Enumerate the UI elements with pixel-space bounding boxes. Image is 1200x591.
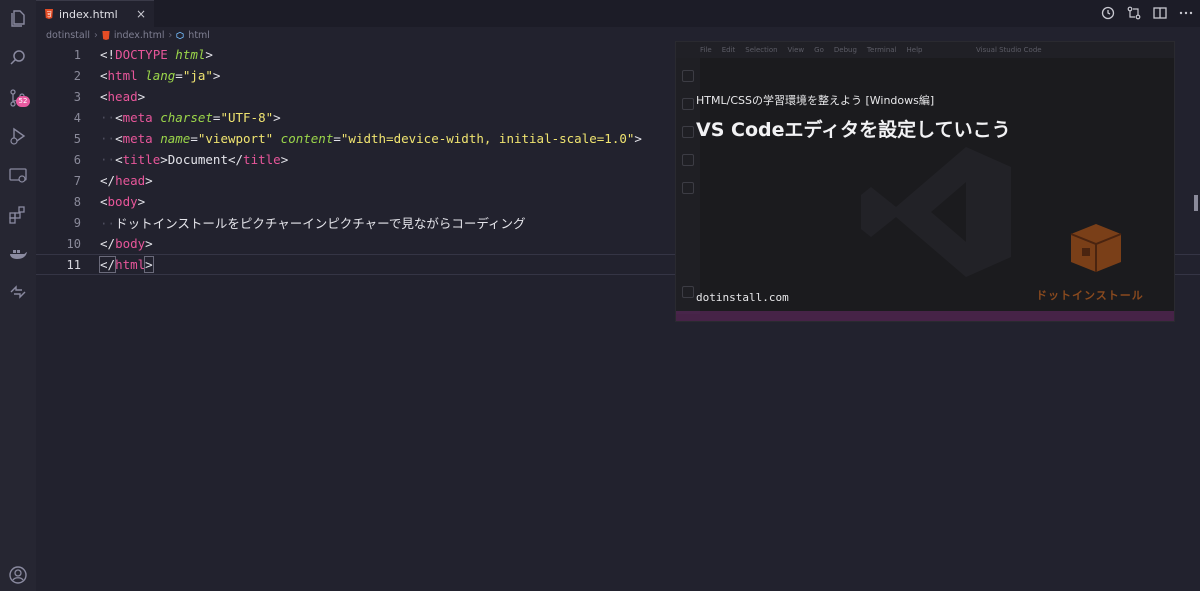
compare-changes-icon[interactable] [1126, 5, 1142, 21]
tab-bar: index.html × [36, 0, 1200, 27]
line-number: 2 [73, 68, 81, 83]
live-share-icon[interactable] [8, 282, 28, 302]
pip-titlebar: File Edit Selection View Go Debug Termin… [676, 42, 1174, 58]
vscode-logo-watermark-icon [861, 147, 1011, 277]
pip-menu-item: Edit [721, 46, 736, 54]
pip-search-icon [682, 98, 694, 110]
pip-menu-item: Terminal [866, 46, 897, 54]
extensions-icon[interactable] [8, 205, 28, 225]
pip-menu-item: Selection [745, 46, 778, 54]
activity-bar: 52 [0, 0, 36, 591]
breadcrumb-separator: › [168, 30, 173, 41]
pip-url: dotinstall.com [696, 291, 789, 304]
line-number: 9 [73, 215, 81, 230]
pip-window-title: Visual Studio Code [976, 46, 1042, 54]
account-icon[interactable] [8, 565, 28, 585]
pip-menu-item: Go [814, 46, 824, 54]
breadcrumb-separator: › [94, 30, 98, 41]
symbol-element-icon [176, 31, 184, 40]
search-icon[interactable] [8, 48, 28, 68]
breadcrumb-folder[interactable]: dotinstall [46, 30, 90, 41]
dotinstall-logo-text: ドットインストール [1036, 289, 1144, 302]
line-number: 7 [73, 173, 81, 188]
html-file-icon [102, 31, 110, 40]
pip-menu-item: Debug [833, 46, 857, 54]
breadcrumb-symbol[interactable]: html [188, 30, 210, 41]
breadcrumb-file[interactable]: index.html [114, 30, 165, 41]
pip-debug-icon [682, 154, 694, 166]
breadcrumb: dotinstall › index.html › html [46, 27, 210, 44]
source-control-badge: 52 [16, 96, 30, 107]
pip-explorer-icon [682, 70, 694, 82]
line-number: 1 [73, 47, 81, 62]
pip-gear-icon [682, 286, 694, 298]
line-number: 6 [73, 152, 81, 167]
line-number: 8 [73, 194, 81, 209]
line-number: 4 [73, 110, 81, 125]
pip-subtitle: HTML/CSSの学習環境を整えよう [Windows編] [696, 94, 935, 107]
pip-title: VS Codeエディタを設定していこう [696, 119, 1011, 141]
pip-menu-item: File [700, 46, 712, 54]
run-debug-icon[interactable] [8, 126, 28, 146]
line-number: 5 [73, 131, 81, 146]
remote-explorer-icon[interactable] [8, 166, 28, 186]
line-number: 3 [73, 89, 81, 104]
line-number: 10 [66, 236, 81, 251]
editor-actions [1100, 5, 1194, 21]
explorer-icon[interactable] [8, 8, 28, 28]
pip-extensions-icon [682, 182, 694, 194]
history-icon[interactable] [1100, 5, 1116, 21]
scrollbar-marker[interactable] [1194, 195, 1198, 211]
pip-menu-item: Help [906, 46, 923, 54]
pip-source-control-icon [682, 126, 694, 138]
docker-icon[interactable] [8, 244, 28, 264]
pip-video-player[interactable]: File Edit Selection View Go Debug Termin… [675, 41, 1175, 322]
pip-menu-item: View [787, 46, 805, 54]
tab-index-html[interactable]: index.html × [36, 0, 154, 27]
tab-label: index.html [59, 7, 118, 21]
split-editor-icon[interactable] [1152, 5, 1168, 21]
close-icon[interactable]: × [136, 7, 146, 21]
pip-statusbar [676, 311, 1174, 321]
html-file-icon [45, 9, 53, 19]
more-actions-icon[interactable] [1178, 5, 1194, 21]
line-number: 11 [66, 257, 81, 272]
